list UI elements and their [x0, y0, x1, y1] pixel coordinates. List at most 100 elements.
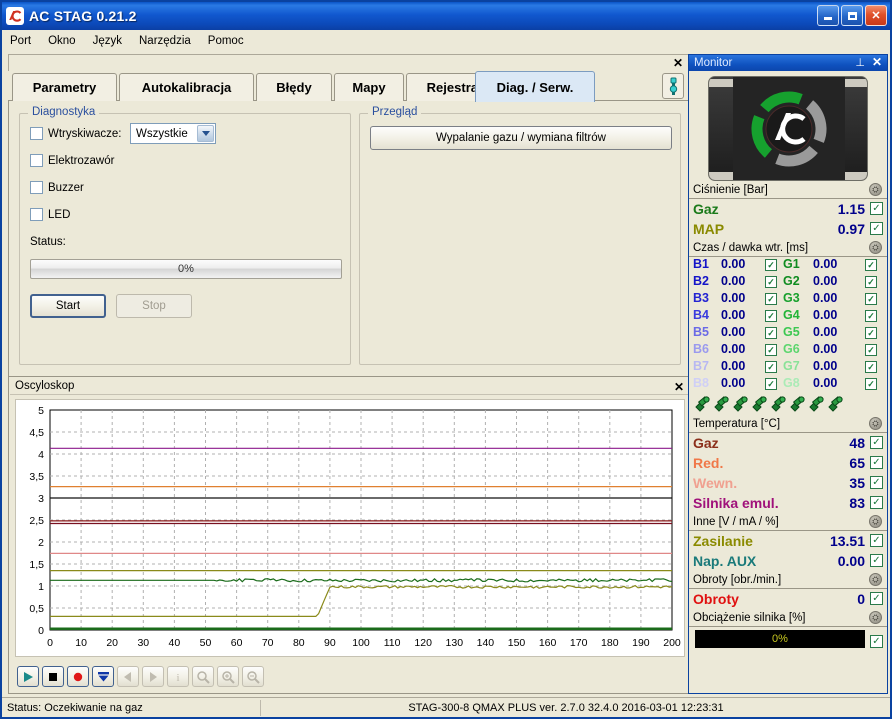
- minimize-button[interactable]: [817, 5, 839, 26]
- monitor-row-checkbox[interactable]: ✓: [870, 476, 883, 489]
- injector-b-label: B7: [693, 359, 709, 373]
- status-text: Status: Oczekiwanie na gaz: [7, 701, 143, 714]
- injector-select[interactable]: Wszystkie: [130, 123, 216, 144]
- injector-b-checkbox[interactable]: ✓: [765, 310, 777, 322]
- inner-titlebar: ✕: [8, 54, 690, 71]
- section-header-label: Obciążenie silnika [%]: [693, 611, 806, 624]
- monitor-row-checkbox[interactable]: ✓: [870, 554, 883, 567]
- checkbox-led-label: LED: [48, 208, 71, 221]
- wypalanie-gazu-button[interactable]: Wypalanie gazu / wymiana filtrów: [370, 126, 672, 150]
- monitor-row-checkbox[interactable]: ✓: [870, 496, 883, 509]
- tab-parametry[interactable]: Parametry: [12, 73, 117, 101]
- section-settings-icon[interactable]: ⛭: [869, 515, 882, 528]
- injector-g-checkbox[interactable]: ✓: [865, 276, 877, 288]
- injector-g-value: 0.00: [813, 291, 838, 305]
- title-bar: AC STAG 0.21.2 ✕: [2, 2, 890, 30]
- injector-b-checkbox[interactable]: ✓: [765, 276, 777, 288]
- section-settings-icon[interactable]: ⛭: [869, 573, 882, 586]
- svg-text:200: 200: [663, 637, 681, 649]
- checkbox-buzzer-box[interactable]: [30, 181, 43, 194]
- monitor-row-checkbox[interactable]: ✓: [870, 222, 883, 235]
- stop-button[interactable]: [42, 666, 64, 687]
- monitor-close-icon[interactable]: ✕: [872, 55, 882, 69]
- device-info-text: STAG-300-8 QMAX PLUS ver. 2.7.0 32.4.0 2…: [408, 701, 724, 714]
- close-button[interactable]: ✕: [865, 5, 887, 26]
- injector-b-label: B8: [693, 376, 709, 390]
- pin-icon[interactable]: ⊥: [855, 56, 865, 69]
- menu-item-jezyk[interactable]: Język: [93, 33, 131, 49]
- injector-g-checkbox[interactable]: ✓: [865, 378, 877, 390]
- chevron-down-icon[interactable]: [197, 125, 214, 142]
- svg-text:180: 180: [601, 637, 619, 649]
- oscilloscope-close-icon[interactable]: ✕: [674, 380, 684, 394]
- monitor-row-silnika-emul-: Silnika emul. 83 ✓: [689, 493, 887, 513]
- zoom-fit-button: [192, 666, 214, 687]
- menu-item-okno[interactable]: Okno: [48, 33, 85, 49]
- collapse-button[interactable]: [92, 666, 114, 687]
- injector-g-label: G8: [783, 376, 800, 390]
- monitor-row-checkbox[interactable]: ✓: [870, 592, 883, 605]
- tab-bledy[interactable]: Błędy: [256, 73, 332, 101]
- checkbox-buzzer[interactable]: Buzzer: [30, 181, 84, 194]
- injector-b-checkbox[interactable]: ✓: [765, 327, 777, 339]
- injector-g-checkbox[interactable]: ✓: [865, 310, 877, 322]
- record-icon: [73, 672, 83, 681]
- menu-item-port[interactable]: Port: [10, 33, 40, 49]
- injector-g-checkbox[interactable]: ✓: [865, 361, 877, 373]
- engine-load-checkbox[interactable]: ✓: [870, 635, 883, 648]
- section-settings-icon[interactable]: ⛭: [869, 417, 882, 430]
- injector-b-label: B4: [693, 308, 709, 322]
- inner-close-icon[interactable]: ✕: [673, 57, 683, 69]
- monitor-row-checkbox[interactable]: ✓: [870, 534, 883, 547]
- monitor-row-checkbox[interactable]: ✓: [870, 202, 883, 215]
- injector-b-checkbox[interactable]: ✓: [765, 259, 777, 271]
- monitor-row-label: Silnika emul.: [693, 495, 779, 511]
- checkbox-elektrozawor[interactable]: Elektrozawór: [30, 154, 114, 167]
- oscilloscope-plot[interactable]: 0 10 20 30 40 50 60 70 80 90 100 110 120 130 140 150 160…: [15, 399, 685, 657]
- menu-item-narzedzia[interactable]: Narzędzia: [139, 33, 200, 49]
- tab-mapy[interactable]: Mapy: [334, 73, 404, 101]
- monitor-row-checkbox[interactable]: ✓: [870, 456, 883, 469]
- tab-diag-serw[interactable]: Diag. / Serw.: [475, 71, 595, 102]
- checkbox-wtryskiwacze-box[interactable]: [30, 127, 43, 140]
- monitor-panel: Monitor ⊥ ✕ Ciśnienie [Bar] ⛭ Gaz 1.15 ✓…: [688, 54, 888, 694]
- record-button[interactable]: [67, 666, 89, 687]
- monitor-row-value: 0: [857, 591, 865, 607]
- monitor-row-value: 35: [849, 475, 865, 491]
- section-settings-icon[interactable]: ⛭: [869, 611, 882, 624]
- monitor-title: Monitor: [694, 57, 733, 69]
- injector-b-checkbox[interactable]: ✓: [765, 361, 777, 373]
- menu-bar: Port Okno Język Narzędzia Pomoc: [2, 30, 890, 52]
- client-area: ✕ Parametry Autokalibracja Błędy Mapy Re…: [8, 54, 690, 694]
- injector-g-checkbox[interactable]: ✓: [865, 327, 877, 339]
- injector-g-checkbox[interactable]: ✓: [865, 293, 877, 305]
- injector-b-checkbox[interactable]: ✓: [765, 293, 777, 305]
- svg-text:4,5: 4,5: [29, 427, 44, 439]
- monitor-row-checkbox[interactable]: ✓: [870, 436, 883, 449]
- checkbox-led-box[interactable]: [30, 208, 43, 221]
- arrow-down-icon: [97, 671, 109, 681]
- maximize-button[interactable]: [841, 5, 863, 26]
- checkbox-wtryskiwacze[interactable]: Wtryskiwacze:: [30, 127, 121, 140]
- injector-g-checkbox[interactable]: ✓: [865, 259, 877, 271]
- monitor-row-nap-aux: Nap. AUX 0.00 ✓: [689, 551, 887, 571]
- monitor-row-value: 1.15: [837, 201, 865, 217]
- checkbox-led[interactable]: LED: [30, 208, 70, 221]
- section-settings-icon[interactable]: ⛭: [869, 183, 882, 196]
- injector-g-checkbox[interactable]: ✓: [865, 344, 877, 356]
- tab-autokalibracja[interactable]: Autokalibracja: [119, 73, 254, 101]
- section-settings-icon[interactable]: ⛭: [869, 241, 882, 254]
- progress-value-text: 0%: [178, 263, 194, 275]
- checkbox-elektrozawor-box[interactable]: [30, 154, 43, 167]
- injector-screw-icon: [771, 396, 786, 412]
- play-button[interactable]: [17, 666, 39, 687]
- monitor-row-obroty: Obroty 0 ✓: [689, 589, 887, 609]
- menu-item-pomoc[interactable]: Pomoc: [208, 33, 253, 49]
- injector-b-checkbox[interactable]: ✓: [765, 344, 777, 356]
- injector-b-checkbox[interactable]: ✓: [765, 378, 777, 390]
- section-header-5: Obciążenie silnika [%] ⛭: [689, 609, 887, 627]
- next-button: [142, 666, 164, 687]
- start-button[interactable]: Start: [30, 294, 106, 318]
- ac-logo-icon: [6, 7, 24, 25]
- connection-button[interactable]: [662, 73, 684, 99]
